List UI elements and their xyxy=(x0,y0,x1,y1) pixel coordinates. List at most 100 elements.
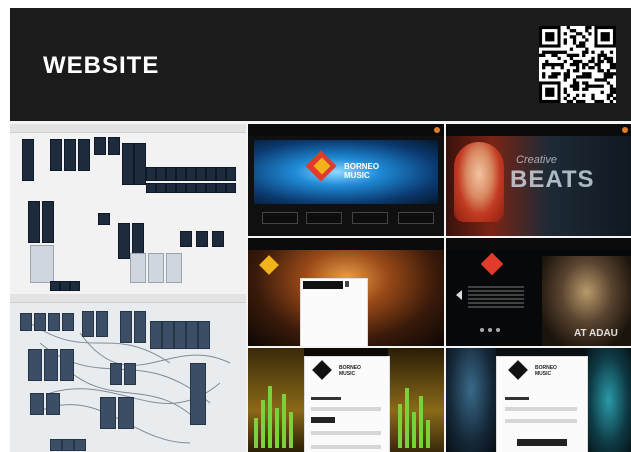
workflow-node[interactable] xyxy=(166,167,176,181)
workflow-node[interactable] xyxy=(62,439,74,451)
workflow-node[interactable] xyxy=(206,183,216,193)
workflow-node[interactable] xyxy=(216,167,226,181)
hero-button-4[interactable] xyxy=(398,212,434,224)
workflow-node[interactable] xyxy=(28,349,42,381)
workflow-node[interactable] xyxy=(20,313,32,331)
workflow-node[interactable] xyxy=(70,281,80,291)
workflow-node[interactable] xyxy=(166,183,176,193)
workflow-node[interactable] xyxy=(118,397,134,429)
login-field-3[interactable] xyxy=(311,445,381,449)
workflow-node[interactable] xyxy=(146,167,156,181)
hero-button-1[interactable] xyxy=(262,212,298,224)
workflow-node[interactable] xyxy=(176,167,186,181)
workflow-node[interactable] xyxy=(22,139,34,181)
workflow-node[interactable] xyxy=(100,397,116,429)
workflow-node[interactable] xyxy=(62,313,74,331)
workflow-node[interactable] xyxy=(162,321,174,349)
workflow-node[interactable] xyxy=(64,139,76,171)
modal-tab[interactable] xyxy=(303,281,343,289)
beats-screen: Creative BEATS xyxy=(446,124,631,236)
workflow-node[interactable] xyxy=(174,321,186,349)
crowd-photo-left xyxy=(446,348,496,452)
workflow-node[interactable] xyxy=(44,349,58,381)
workflow-node[interactable] xyxy=(196,231,208,247)
workflow-node[interactable] xyxy=(206,167,216,181)
workflow-node[interactable] xyxy=(212,231,224,247)
equalizer-bar xyxy=(254,418,258,448)
workflow-node[interactable] xyxy=(96,311,108,337)
workflow-node[interactable] xyxy=(196,167,206,181)
workflow-node[interactable] xyxy=(196,183,206,193)
nav-dot-icon-2 xyxy=(622,127,628,133)
workflow-node[interactable] xyxy=(150,321,162,349)
workflow-node[interactable] xyxy=(198,321,210,349)
workflow-node[interactable] xyxy=(134,143,146,185)
site-navbar xyxy=(248,124,444,136)
workflow-node[interactable] xyxy=(130,253,146,283)
workflow-node[interactable] xyxy=(60,349,74,381)
workflow-node[interactable] xyxy=(180,231,192,247)
equalizer-bar xyxy=(275,408,279,448)
workflow-node[interactable] xyxy=(50,439,62,451)
workflow-node[interactable] xyxy=(124,363,136,385)
equalizer-bar xyxy=(412,412,416,448)
workflow-node[interactable] xyxy=(156,167,166,181)
workflow-node[interactable] xyxy=(120,311,132,343)
editor-toolbar xyxy=(10,124,246,133)
workflow-node[interactable] xyxy=(226,167,236,181)
workflow-node[interactable] xyxy=(190,363,206,425)
presentation-sheet: WEBSITE BORNEO MUSIC Creative BEATS AT A… xyxy=(10,8,631,452)
social-icon-3[interactable] xyxy=(496,328,500,332)
login-toggle[interactable] xyxy=(311,417,335,423)
register-field-2[interactable] xyxy=(505,419,577,423)
workflow-node[interactable] xyxy=(94,137,106,155)
nav-dot-icon xyxy=(434,127,440,133)
beats-word2: BEATS xyxy=(510,166,595,193)
workflow-node[interactable] xyxy=(118,223,130,259)
workflow-node[interactable] xyxy=(48,313,60,331)
login-field-1[interactable] xyxy=(311,407,381,411)
workflow-node[interactable] xyxy=(108,137,120,155)
register-label xyxy=(505,397,529,400)
workflow-node[interactable] xyxy=(50,139,62,171)
social-icon-1[interactable] xyxy=(480,328,484,332)
register-submit-button[interactable] xyxy=(517,439,567,446)
register-field-1[interactable] xyxy=(505,407,577,411)
workflow-node[interactable] xyxy=(156,183,166,193)
workflow-node[interactable] xyxy=(134,311,146,343)
workflow-node[interactable] xyxy=(98,213,110,225)
brand-logo-icon-4 xyxy=(312,360,332,380)
workflow-node[interactable] xyxy=(186,167,196,181)
hero-button-2[interactable] xyxy=(306,212,342,224)
workflow-node[interactable] xyxy=(60,281,70,291)
workflow-node[interactable] xyxy=(226,183,236,193)
hero-button-3[interactable] xyxy=(352,212,388,224)
workflow-node[interactable] xyxy=(148,253,164,283)
register-card: BORNEO MUSIC xyxy=(496,356,588,452)
workflow-node[interactable] xyxy=(50,281,60,291)
prev-arrow-icon[interactable] xyxy=(456,290,462,300)
workflow-node[interactable] xyxy=(30,393,44,415)
workflow-node[interactable] xyxy=(216,183,226,193)
site-navbar-2 xyxy=(446,124,631,136)
workflow-node[interactable] xyxy=(122,143,134,185)
workflow-node[interactable] xyxy=(186,183,196,193)
workflow-node[interactable] xyxy=(46,393,60,415)
workflow-node[interactable] xyxy=(78,139,90,171)
login-field-2[interactable] xyxy=(311,431,381,435)
workflow-node[interactable] xyxy=(42,201,54,243)
workflow-node[interactable] xyxy=(28,201,40,243)
workflow-node[interactable] xyxy=(146,183,156,193)
equalizer-bar xyxy=(289,412,293,448)
social-icon-2[interactable] xyxy=(488,328,492,332)
modal-arrow-icon[interactable] xyxy=(345,281,349,287)
workflow-node[interactable] xyxy=(110,363,122,385)
workflow-node[interactable] xyxy=(82,311,94,337)
workflow-node[interactable] xyxy=(34,313,46,331)
workflow-node[interactable] xyxy=(186,321,198,349)
workflow-node[interactable] xyxy=(74,439,86,451)
workflow-node[interactable] xyxy=(176,183,186,193)
workflow-node[interactable] xyxy=(30,245,54,283)
workflow-node[interactable] xyxy=(166,253,182,283)
login-screen: BORNEO MUSIC xyxy=(248,348,444,452)
